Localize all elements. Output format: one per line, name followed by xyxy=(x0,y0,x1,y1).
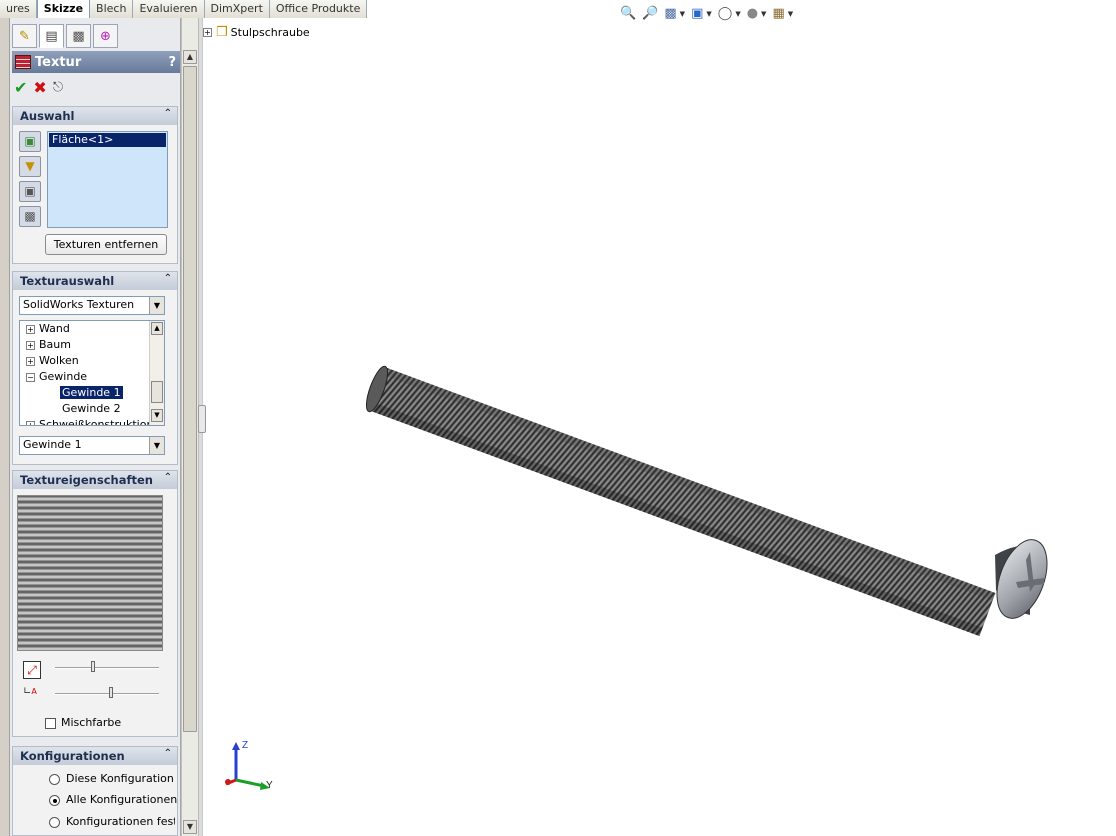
zoom-area-icon[interactable]: 🔎 xyxy=(642,6,658,21)
screw-head[interactable] xyxy=(987,533,1056,625)
group-header[interactable]: Konfigurationen ⌃ xyxy=(13,747,177,765)
selected-face-item[interactable]: Fläche<1> xyxy=(49,133,166,147)
tab-office-produkte[interactable]: Office Produkte xyxy=(269,0,368,18)
tab-skizze[interactable]: Skizze xyxy=(36,0,91,19)
config-option-festlegen[interactable]: Konfigurationen festlegen xyxy=(49,815,175,828)
texture-library-select[interactable]: SolidWorks Texturen ▼ xyxy=(19,296,165,315)
command-manager-tabs: ures Skizze Blech Evaluieren DimXpert Of… xyxy=(0,0,368,19)
hide-show-icon[interactable]: ● xyxy=(747,6,758,21)
flyout-feature-tree[interactable]: + ❒ Stulpschraube xyxy=(203,25,310,40)
tab-features[interactable]: ures xyxy=(0,0,37,18)
tree-item-wand[interactable]: + Wand xyxy=(20,321,164,337)
pm-title-bar: Textur ? xyxy=(12,51,180,73)
triad-z-label: Z xyxy=(242,740,248,751)
triad-y-label: Y xyxy=(266,780,273,791)
property-manager-panel: ✎ ▤ ▩ ⊕ Textur ? ✔ ✖ ⎋ Auswahl ⌃ ▣ ▼ ▣ ▩ … xyxy=(10,18,181,836)
dropdown-arrow-icon[interactable]: ▼ xyxy=(149,437,164,454)
group-texturauswahl: Texturauswahl ⌃ SolidWorks Texturen ▼ + Wa… xyxy=(12,271,178,465)
collapse-chevron-icon[interactable]: ⌃ xyxy=(164,108,172,119)
collapse-chevron-icon[interactable]: ⌃ xyxy=(164,273,172,284)
config-option-diese[interactable]: Diese Konfiguration xyxy=(49,772,174,785)
tree-item-schweisskonstruktion[interactable]: + Schweißkonstruktion xyxy=(20,417,164,425)
screw-tip[interactable] xyxy=(362,364,392,414)
collapse-chevron-icon[interactable]: ⌃ xyxy=(164,472,172,483)
angle-icon: ∟A xyxy=(23,686,37,697)
radio-konfigurationen-festlegen[interactable] xyxy=(49,816,60,828)
splitter-grip[interactable] xyxy=(198,405,206,433)
mischfarbe-option[interactable]: Mischfarbe xyxy=(45,716,121,729)
scene-icon[interactable]: ▦ xyxy=(772,6,784,21)
display-style-icon[interactable]: ◯ xyxy=(718,6,733,21)
view-orientation-icon[interactable]: ▣ xyxy=(691,6,703,21)
dimxpert-manager-icon[interactable]: ⊕ xyxy=(93,24,118,48)
feature-manager-icon[interactable]: ✎ xyxy=(12,24,37,48)
part-icon: ❒ xyxy=(216,25,228,40)
group-header[interactable]: Texturauswahl ⌃ xyxy=(13,272,177,290)
configuration-manager-icon[interactable]: ▩ xyxy=(66,24,91,48)
panel-scrollbar[interactable]: ▲ ▼ xyxy=(181,18,198,836)
bodies-filter-icon[interactable]: ▣ xyxy=(19,181,41,202)
collapse-chevron-icon[interactable]: ⌃ xyxy=(164,748,172,759)
scroll-down-arrow-icon[interactable]: ▼ xyxy=(183,820,197,834)
features-filter-icon[interactable]: ▼ xyxy=(19,156,41,177)
manager-tabs: ✎ ▤ ▩ ⊕ xyxy=(10,24,181,50)
group-textureigenschaften: Textureigenschaften ⌃ ⤢ ∟A Mischfarbe xyxy=(12,470,178,737)
radio-alle-konfigurationen[interactable] xyxy=(49,794,60,806)
config-option-alle[interactable]: Alle Konfigurationen xyxy=(49,793,177,806)
scroll-up-arrow-icon[interactable]: ▲ xyxy=(183,50,197,64)
mischfarbe-checkbox[interactable] xyxy=(45,717,56,729)
ok-check-icon[interactable]: ✔ xyxy=(14,78,27,97)
zoom-to-fit-icon[interactable]: 🔍 xyxy=(620,6,636,21)
texture-brick-icon xyxy=(15,55,31,69)
scale-slider[interactable] xyxy=(55,661,159,672)
tree-item-gewinde[interactable]: − Gewinde xyxy=(20,369,164,385)
tab-blech[interactable]: Blech xyxy=(90,0,134,18)
angle-slider[interactable] xyxy=(55,687,159,698)
scale-slider-knob[interactable] xyxy=(91,661,96,672)
help-button[interactable]: ? xyxy=(168,55,176,70)
heads-up-view-toolbar: 🔍 🔎 ▩ ▼ ▣ ▼ ◯ ▼ ● ▼ ▦ ▼ xyxy=(620,6,794,21)
tree-item-wolken[interactable]: + Wolken xyxy=(20,353,164,369)
texture-preview xyxy=(17,495,163,651)
axis-triad: Z Y xyxy=(225,740,273,791)
tree-expander[interactable]: + xyxy=(203,28,212,37)
texturen-entfernen-button[interactable]: Texturen entfernen xyxy=(45,234,167,255)
section-view-icon[interactable]: ▩ xyxy=(664,6,676,21)
dropdown-arrow-icon[interactable]: ▼ xyxy=(149,297,164,314)
part-name[interactable]: Stulpschraube xyxy=(231,26,310,39)
parts-filter-icon[interactable]: ▩ xyxy=(19,206,41,227)
tab-evaluieren[interactable]: Evaluieren xyxy=(133,0,205,18)
group-konfigurationen: Konfigurationen ⌃ Diese Konfiguration All… xyxy=(12,746,178,836)
tree-scrollbar[interactable]: ▲ ▼ xyxy=(149,321,164,425)
radio-diese-konfiguration[interactable] xyxy=(49,773,60,785)
selection-list[interactable]: Fläche<1> xyxy=(47,131,168,228)
tab-dimxpert[interactable]: DimXpert xyxy=(204,0,270,18)
pm-title: Textur xyxy=(35,54,82,70)
tree-item-baum[interactable]: + Baum xyxy=(20,337,164,353)
group-header[interactable]: Textureigenschaften ⌃ xyxy=(13,471,177,489)
tree-item-gewinde-2[interactable]: Gewinde 2 xyxy=(20,401,164,417)
angle-slider-knob[interactable] xyxy=(109,687,114,698)
faces-filter-icon[interactable]: ▣ xyxy=(19,131,41,152)
texture-name-select[interactable]: Gewinde 1 ▼ xyxy=(19,436,165,455)
scroll-thumb[interactable] xyxy=(183,66,197,732)
cancel-x-icon[interactable]: ✖ xyxy=(33,78,46,97)
property-manager-icon[interactable]: ▤ xyxy=(39,24,64,48)
screw-shaft[interactable] xyxy=(367,366,996,637)
texture-tree[interactable]: + Wand + Baum + Wolken − Gewinde Gewinde 1 G… xyxy=(19,320,165,426)
scale-icon: ⤢ xyxy=(23,661,41,679)
left-edge-strip xyxy=(0,18,10,836)
ok-cancel-row: ✔ ✖ ⎋ xyxy=(14,77,63,97)
pushpin-icon[interactable]: ⎋ xyxy=(53,80,63,95)
group-header[interactable]: Auswahl ⌃ xyxy=(13,107,177,125)
tree-item-gewinde-1[interactable]: Gewinde 1 xyxy=(20,385,164,401)
group-auswahl: Auswahl ⌃ ▣ ▼ ▣ ▩ Fläche<1> Texturen entf… xyxy=(12,106,178,264)
